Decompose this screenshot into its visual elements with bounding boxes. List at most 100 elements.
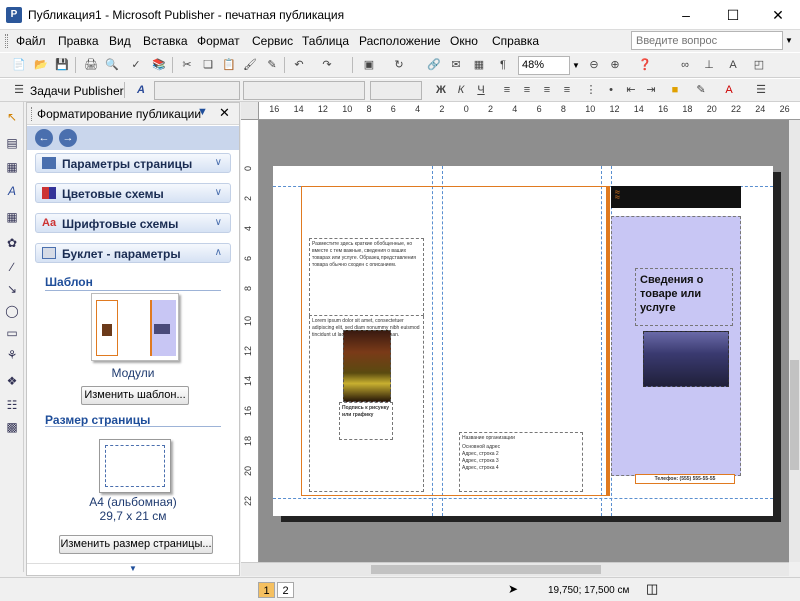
- menu-view[interactable]: Вид: [109, 34, 131, 48]
- bullets-icon[interactable]: •: [602, 81, 620, 99]
- zoom-field[interactable]: 48%: [518, 56, 570, 75]
- menu-format[interactable]: Формат: [197, 34, 240, 48]
- tasks-icon[interactable]: ☰: [10, 81, 28, 99]
- section-page-options[interactable]: Параметры страницы ∨: [35, 153, 231, 173]
- style-combo[interactable]: [154, 81, 240, 100]
- underline-icon[interactable]: Ч: [472, 81, 490, 99]
- page-tab-1[interactable]: 1: [258, 582, 275, 598]
- menu-window[interactable]: Окно: [450, 34, 478, 48]
- caption-box[interactable]: Подпись к рисунку или графику: [339, 402, 393, 440]
- text-box[interactable]: Разместите здесь краткие обобщенные, но …: [309, 238, 424, 316]
- link-icon[interactable]: ∞: [676, 56, 694, 74]
- redo-icon[interactable]: ↷: [318, 56, 336, 74]
- styles-icon[interactable]: A: [132, 81, 150, 99]
- publisher-tasks-button[interactable]: Задачи Publisher: [30, 84, 124, 98]
- align-center-icon[interactable]: ≡: [518, 81, 536, 99]
- align-left-icon[interactable]: ≡: [498, 81, 516, 99]
- save-icon[interactable]: 💾: [53, 56, 71, 74]
- page-tab-2[interactable]: 2: [277, 582, 294, 598]
- research-icon[interactable]: 📚: [150, 56, 168, 74]
- minimize-button[interactable]: –: [663, 0, 709, 30]
- chevron-down-icon[interactable]: ▼: [783, 31, 795, 50]
- spelling-icon[interactable]: ✓: [127, 56, 145, 74]
- ruler-corner[interactable]: [241, 102, 259, 120]
- paste-icon[interactable]: 📋: [220, 56, 238, 74]
- toolbar-grip[interactable]: [5, 34, 8, 48]
- pagesize-thumbnail[interactable]: [99, 439, 171, 493]
- close-icon[interactable]: ✕: [219, 105, 230, 121]
- form-control-icon[interactable]: ☷: [3, 396, 21, 414]
- scroll-down-icon[interactable]: ▼: [27, 563, 239, 575]
- select-pointer-icon[interactable]: ↖: [3, 108, 21, 126]
- cut-icon[interactable]: ✂: [178, 56, 196, 74]
- scroll-thumb[interactable]: [790, 360, 799, 470]
- text-box-icon[interactable]: ▤: [3, 134, 21, 152]
- menu-arrange[interactable]: Расположение: [359, 34, 441, 48]
- autoshapes-icon[interactable]: ⚘: [3, 346, 21, 364]
- section-color-schemes[interactable]: Цветовые схемы ∨: [35, 183, 231, 203]
- paragraph-marks-icon[interactable]: ¶: [494, 56, 512, 74]
- font-color-icon[interactable]: A: [720, 81, 738, 99]
- line-style-icon[interactable]: ☰: [752, 81, 770, 99]
- oval-icon[interactable]: ◯: [3, 302, 21, 320]
- text-size-icon[interactable]: A: [724, 56, 742, 74]
- hyperlink-icon[interactable]: 🔗: [425, 56, 443, 74]
- arrange-icon[interactable]: ▣: [360, 56, 378, 74]
- horizontal-scrollbar[interactable]: [241, 562, 789, 576]
- back-arrow-icon[interactable]: ←: [35, 129, 53, 147]
- heading-box[interactable]: Сведения о товаре или услуге: [635, 268, 733, 326]
- fill-color-icon[interactable]: ■: [666, 81, 684, 99]
- brush-icon[interactable]: ✎: [263, 56, 281, 74]
- ask-question-input[interactable]: [631, 31, 783, 50]
- chevron-down-icon[interactable]: ▼: [570, 56, 582, 75]
- pane-grip[interactable]: [31, 107, 34, 121]
- format-painter-icon[interactable]: 🖌: [241, 56, 259, 74]
- zoom-in-icon[interactable]: ⊕: [606, 56, 624, 74]
- city-image[interactable]: [643, 331, 729, 387]
- scroll-thumb[interactable]: [371, 565, 601, 574]
- section-brochure-options[interactable]: Буклет - параметры ∧: [35, 243, 231, 263]
- bold-icon[interactable]: Ж: [432, 81, 450, 99]
- copy-icon[interactable]: ❏: [199, 56, 217, 74]
- numbering-icon[interactable]: ⋮: [582, 81, 600, 99]
- pane-menu-icon[interactable]: ▼: [197, 106, 208, 118]
- print-icon[interactable]: 🖨: [82, 56, 100, 74]
- forward-arrow-icon[interactable]: →: [59, 129, 77, 147]
- font-size-combo[interactable]: [370, 81, 422, 100]
- change-template-button[interactable]: Изменить шаблон...: [81, 386, 189, 405]
- design-gallery-icon[interactable]: ▩: [3, 418, 21, 436]
- table-icon[interactable]: ▦: [3, 158, 21, 176]
- maximize-button[interactable]: ☐: [710, 0, 756, 30]
- night-road-image[interactable]: [343, 330, 391, 402]
- new-icon[interactable]: 📄: [10, 56, 28, 74]
- section-font-schemes[interactable]: Aa Шрифтовые схемы ∨: [35, 213, 231, 233]
- menu-table[interactable]: Таблица: [302, 34, 349, 48]
- template-thumbnail[interactable]: [91, 293, 179, 361]
- close-button[interactable]: ✕: [755, 0, 800, 30]
- phone-box[interactable]: Телефон: (555) 555-55-55: [635, 474, 735, 484]
- line-color-icon[interactable]: ✎: [692, 81, 710, 99]
- align-right-icon[interactable]: ≡: [538, 81, 556, 99]
- menu-file[interactable]: Файл: [16, 34, 46, 48]
- vertical-scrollbar[interactable]: [789, 120, 800, 562]
- line-icon[interactable]: ∕: [3, 258, 21, 276]
- wrap-icon[interactable]: ◰: [750, 56, 768, 74]
- horizontal-ruler[interactable]: 1816141210864202468101214161820222426283…: [241, 102, 800, 120]
- menu-edit[interactable]: Правка: [58, 34, 99, 48]
- print-preview-icon[interactable]: 🔍: [103, 56, 121, 74]
- open-icon[interactable]: 📂: [32, 56, 50, 74]
- help-icon[interactable]: ❓: [636, 56, 654, 74]
- mail-icon[interactable]: ✉: [447, 56, 465, 74]
- arrow-icon[interactable]: ↘: [3, 280, 21, 298]
- undo-icon[interactable]: ↶: [290, 56, 308, 74]
- zoom-out-icon[interactable]: ⊖: [585, 56, 603, 74]
- menu-help[interactable]: Справка: [492, 34, 539, 48]
- unlink-icon[interactable]: ⊥: [700, 56, 718, 74]
- italic-icon[interactable]: К: [452, 81, 470, 99]
- rectangle-icon[interactable]: ▭: [3, 324, 21, 342]
- picture-icon[interactable]: ▦: [3, 208, 21, 226]
- columns-icon[interactable]: ▦: [470, 56, 488, 74]
- address-box[interactable]: Название организации Основной адрес Адре…: [459, 432, 583, 492]
- menu-insert[interactable]: Вставка: [143, 34, 188, 48]
- document-canvas[interactable]: Разместите здесь краткие обобщенные, но …: [259, 120, 789, 562]
